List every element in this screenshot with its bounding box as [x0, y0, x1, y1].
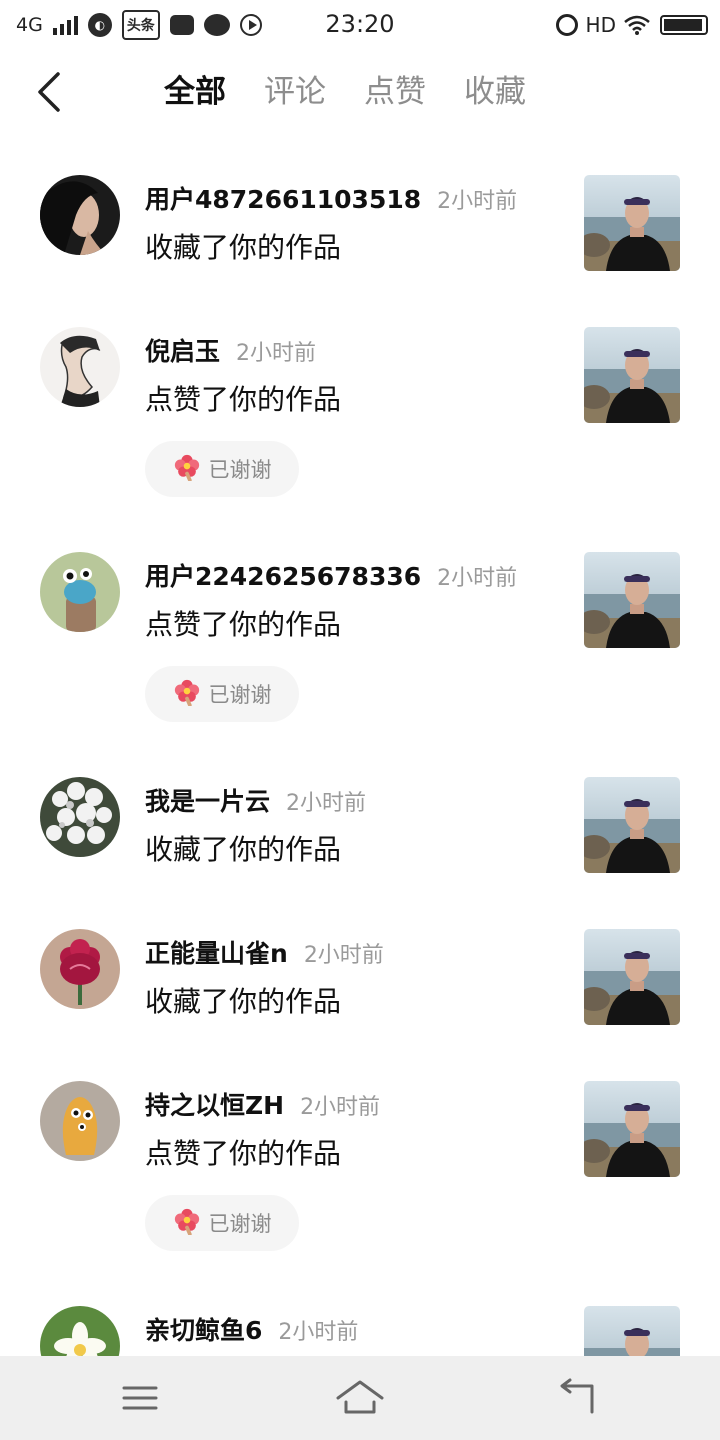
notification-item[interactable]: 我是一片云 2小时前收藏了你的作品	[0, 752, 720, 904]
username[interactable]: 用户4872661103518	[145, 180, 421, 216]
action-text: 点赞了你的作品	[145, 383, 342, 416]
work-thumbnail[interactable]	[584, 777, 680, 873]
username[interactable]: 持之以恒ZH	[145, 1086, 284, 1122]
username[interactable]: 正能量山雀n	[145, 934, 288, 970]
notification-list: 用户4872661103518 2小时前 收藏了你的作品 倪启玉 2小时前 点赞了你的作品…	[0, 150, 720, 1356]
thanked-label: 已谢谢	[208, 1212, 272, 1236]
battery-icon	[660, 15, 708, 35]
back-icon[interactable]	[548, 1374, 608, 1422]
red-flower-icon[interactable]	[40, 929, 120, 1009]
timestamp: 2小时前	[303, 943, 384, 968]
user-line: 亲切鲸鱼6 2小时前	[145, 1311, 358, 1347]
action-text: 点赞了你的作品	[145, 608, 342, 641]
timestamp: 2小时前	[278, 1320, 359, 1345]
work-thumbnail[interactable]	[584, 175, 680, 271]
notification-item[interactable]: 倪启玉 2小时前点赞了你的作品已谢谢	[0, 302, 720, 527]
flower-icon	[173, 453, 201, 485]
tab-comments[interactable]: 评论	[264, 72, 326, 112]
back-arrow-icon[interactable]	[30, 70, 70, 114]
user-line: 我是一片云 2小时前	[145, 782, 366, 818]
notification-item[interactable]: 用户2242625678336 2小时前点赞了你的作品已谢谢	[0, 527, 720, 752]
tab-favorites[interactable]: 收藏	[464, 72, 526, 112]
sketch-portrait-icon[interactable]	[40, 327, 120, 407]
action-text: 收藏了你的作品	[145, 985, 342, 1018]
timestamp: 2小时前	[300, 1095, 381, 1120]
timestamp: 2小时前	[437, 566, 518, 591]
notification-item[interactable]: 亲切鲸鱼6 2小时前	[0, 1281, 720, 1356]
thanked-label: 已谢谢	[208, 683, 272, 707]
status-bar: 4G ◐ 头条 23:20 HD	[0, 0, 720, 50]
timestamp: 2小时前	[437, 189, 518, 214]
flower-icon	[173, 678, 201, 710]
timestamp: 2小时前	[236, 341, 317, 366]
frangipani-flower-icon[interactable]	[40, 1306, 120, 1356]
white-flowers-icon[interactable]	[40, 777, 120, 857]
thanked-button[interactable]: 已谢谢	[145, 1195, 299, 1251]
action-text: 点赞了你的作品	[145, 1137, 342, 1170]
tab-bar: 全部 评论 点赞 收藏	[164, 72, 526, 112]
notification-item[interactable]: 正能量山雀n 2小时前收藏了你的作品	[0, 904, 720, 1056]
work-thumbnail[interactable]	[584, 552, 680, 648]
user-line: 用户2242625678336 2小时前	[145, 557, 517, 593]
tab-likes[interactable]: 点赞	[364, 72, 426, 112]
tab-all[interactable]: 全部	[164, 72, 226, 112]
work-thumbnail[interactable]	[584, 327, 680, 423]
username[interactable]: 亲切鲸鱼6	[145, 1311, 262, 1347]
notification-item[interactable]: 用户4872661103518 2小时前收藏了你的作品	[0, 150, 720, 302]
notification-item[interactable]: 持之以恒ZH 2小时前点赞了你的作品已谢谢	[0, 1056, 720, 1281]
action-text: 收藏了你的作品	[145, 231, 342, 264]
wifi-icon	[624, 15, 650, 35]
system-nav-bar	[0, 1356, 720, 1440]
user-line: 持之以恒ZH 2小时前	[145, 1086, 380, 1122]
work-thumbnail[interactable]	[584, 929, 680, 1025]
header: 全部 评论 点赞 收藏	[0, 56, 720, 132]
battery-level	[664, 19, 702, 31]
user-line: 用户4872661103518 2小时前	[145, 180, 517, 216]
username[interactable]: 倪启玉	[145, 332, 220, 368]
thanked-button[interactable]: 已谢谢	[145, 441, 299, 497]
portrait-woman-icon[interactable]	[40, 175, 120, 255]
work-thumbnail[interactable]	[584, 1306, 680, 1356]
timestamp: 2小时前	[286, 791, 367, 816]
thanked-button[interactable]: 已谢谢	[145, 666, 299, 722]
thanked-label: 已谢谢	[208, 458, 272, 482]
username[interactable]: 用户2242625678336	[145, 557, 421, 593]
user-line: 正能量山雀n 2小时前	[145, 934, 384, 970]
home-icon[interactable]	[330, 1374, 390, 1422]
menu-icon[interactable]	[110, 1374, 170, 1422]
username[interactable]: 我是一片云	[145, 782, 270, 818]
hd-indicator: HD	[585, 13, 616, 37]
status-right: HD	[555, 12, 708, 38]
cartoon-creature-icon[interactable]	[40, 552, 120, 632]
flower-icon	[173, 1207, 201, 1239]
cartoon-bean-icon[interactable]	[40, 1081, 120, 1161]
alarm-icon	[555, 14, 578, 36]
action-text: 收藏了你的作品	[145, 833, 342, 866]
work-thumbnail[interactable]	[584, 1081, 680, 1177]
user-line: 倪启玉 2小时前	[145, 332, 316, 368]
